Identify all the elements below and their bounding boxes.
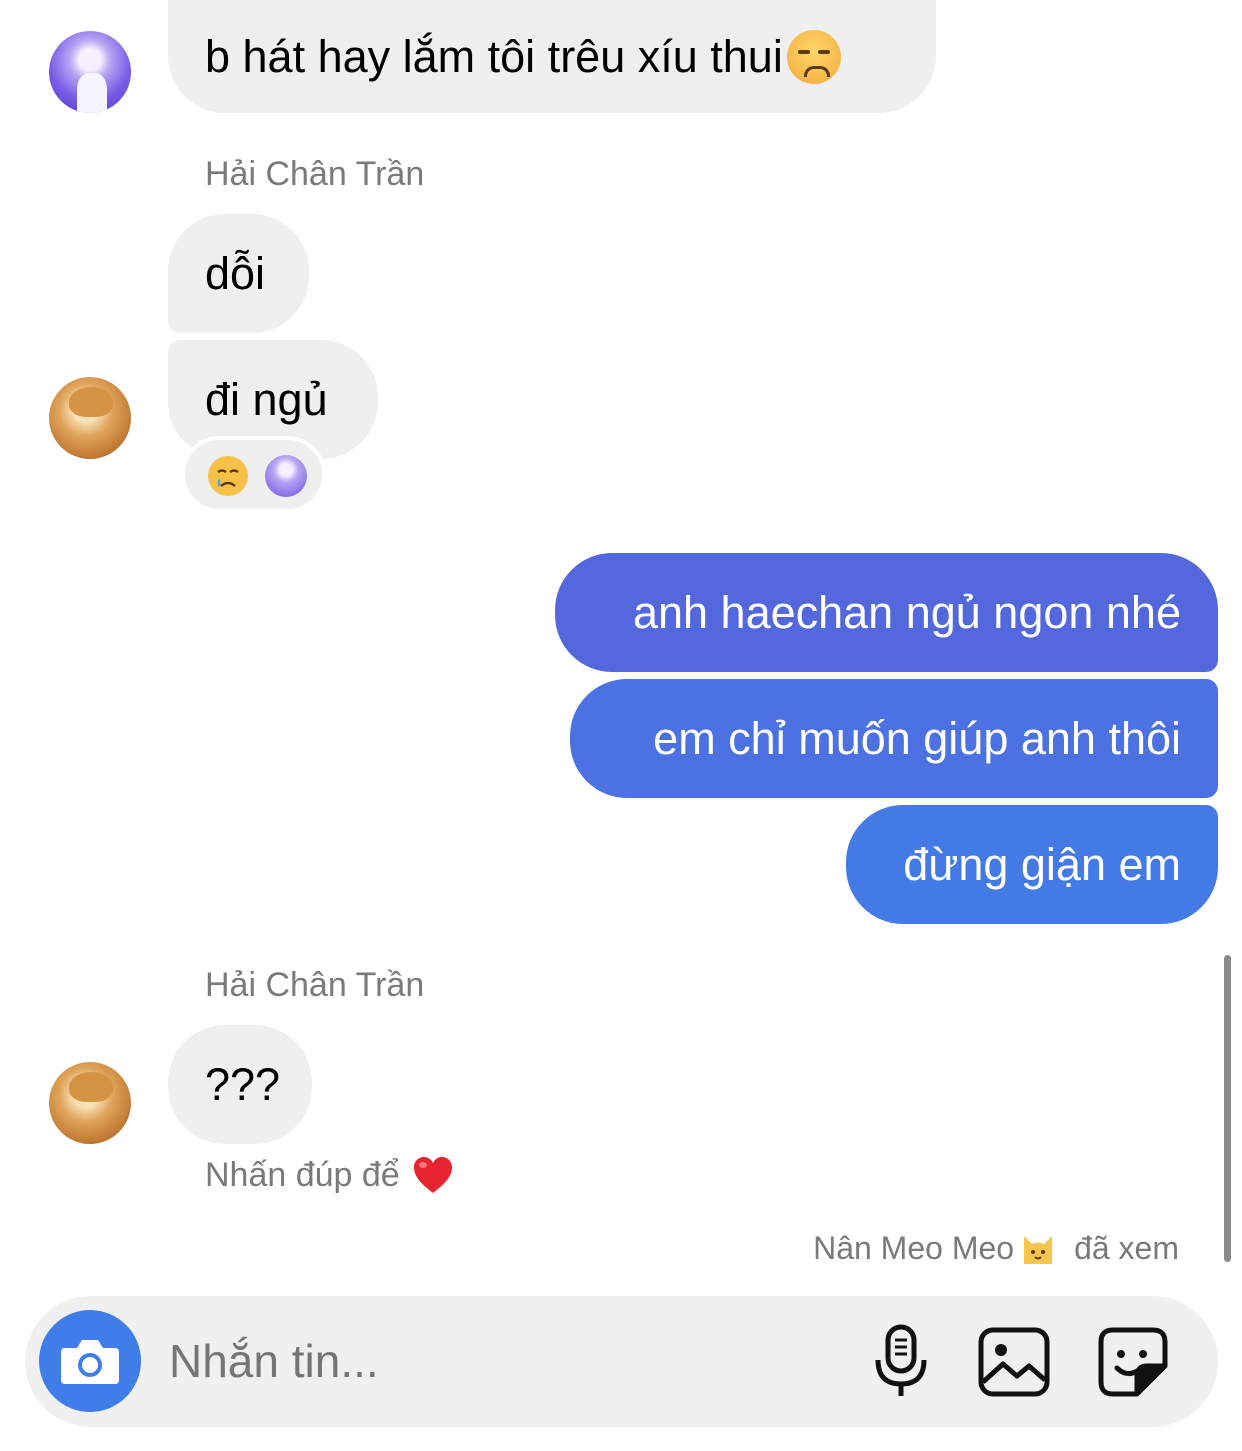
image-icon[interactable] [977, 1326, 1051, 1398]
camera-icon [61, 1340, 119, 1384]
sender-name: Hải Chân Trần [205, 966, 425, 1004]
message-text: đừng giận em [903, 838, 1181, 890]
message-text: dỗi [205, 247, 266, 299]
message-text: anh haechan ngủ ngon nhé [632, 586, 1181, 638]
message-bubble-outgoing[interactable]: anh haechan ngủ ngon nhé [555, 553, 1218, 672]
crying-face-emoji [208, 456, 248, 496]
reactions-pill[interactable] [181, 436, 326, 513]
cat-emoji [1024, 1236, 1053, 1264]
sender-avatar[interactable] [49, 31, 131, 113]
disappointed-face-emoji [786, 29, 841, 84]
sender-name: Hải Chân Trần [205, 155, 425, 193]
message-bubble-outgoing[interactable]: em chỉ muốn giúp anh thôi [570, 679, 1218, 798]
message-text: b hát hay lắm tôi trêu xíu thui [205, 30, 783, 82]
heart-icon [413, 1157, 452, 1193]
message-bubble-incoming[interactable]: ??? [168, 1025, 312, 1144]
scrollbar[interactable] [1224, 955, 1231, 1262]
sender-avatar[interactable] [49, 377, 131, 459]
message-text: ??? [205, 1058, 281, 1110]
message-bubble-outgoing[interactable]: đừng giận em [846, 805, 1218, 924]
seen-name: Nân Meo Meo [813, 1229, 1015, 1266]
reactor-avatar [265, 455, 307, 497]
seen-status: Nân Meo Meo đã xem [813, 1226, 1179, 1270]
camera-button[interactable] [39, 1310, 141, 1412]
message-text: đi ngủ [205, 373, 328, 425]
message-bubble-incoming[interactable]: b hát hay lắm tôi trêu xíu thui [168, 0, 936, 113]
message-composer [25, 1296, 1218, 1427]
double-tap-hint: Nhấn đúp để [205, 1153, 454, 1197]
message-text: em chỉ muốn giúp anh thôi [653, 712, 1181, 764]
seen-label: đã xem [1074, 1229, 1179, 1266]
message-bubble-incoming[interactable]: dỗi [168, 214, 309, 333]
message-input[interactable] [169, 1328, 729, 1394]
sticker-icon[interactable] [1097, 1326, 1169, 1398]
hint-text: Nhấn đúp để [205, 1155, 400, 1194]
microphone-icon[interactable] [873, 1324, 929, 1400]
sender-avatar[interactable] [49, 1062, 131, 1144]
